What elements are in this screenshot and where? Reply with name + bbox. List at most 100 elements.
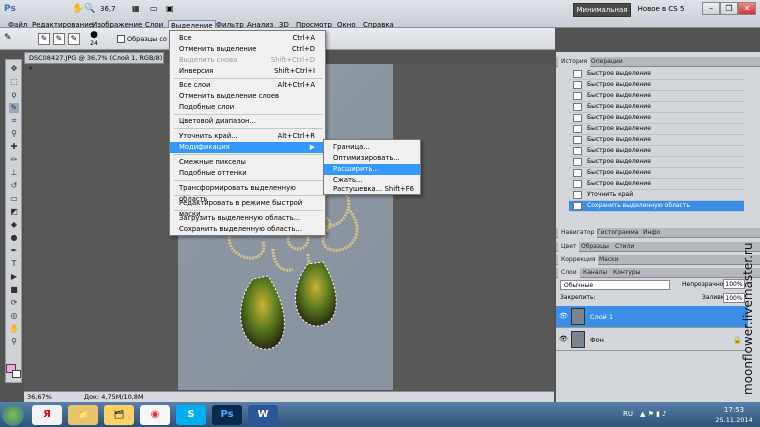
tab-channels[interactable]: Каналы [580, 268, 610, 278]
history-row[interactable]: Быстрое выделение [569, 91, 744, 102]
workspace-button[interactable]: Минимальная [573, 3, 631, 17]
hand-icon[interactable]: ✋ [72, 3, 83, 15]
crop-tool-icon[interactable]: ⌗ [9, 116, 19, 126]
tab-masks[interactable]: Маски [596, 255, 622, 265]
history-row[interactable]: Быстрое выделение [569, 113, 744, 124]
tab-adjustments[interactable]: Коррекция [558, 255, 599, 265]
tab-histogram[interactable]: Гистограмма [594, 228, 641, 238]
history-row[interactable]: Быстрое выделение [569, 102, 744, 113]
tray-icons[interactable]: ▲ ⚑ ▮ ♪ [640, 410, 700, 420]
healing-tool-icon[interactable]: ✚ [9, 142, 19, 152]
tab-history[interactable]: История [558, 57, 591, 67]
quick-selection-tool-icon[interactable]: ✎ [9, 103, 19, 113]
whats-new-button[interactable]: Новое в CS 5 [636, 3, 686, 17]
history-row[interactable]: Быстрое выделение [569, 168, 744, 179]
3d-orbit-tool-icon[interactable]: ◎ [9, 311, 19, 321]
document-tab[interactable]: DSC08427.JPG @ 36,7% (Слой 1, RGB/8) * [24, 52, 164, 73]
gradient-tool-icon[interactable]: ◩ [9, 207, 19, 217]
photoshop-taskbar-icon[interactable]: Ps [212, 405, 242, 425]
explorer-icon[interactable]: 🗂 [104, 405, 134, 425]
eye-icon[interactable]: 👁 [559, 336, 568, 343]
screen-mode-icon[interactable]: ▣ [166, 3, 180, 15]
sample-all-layers-checkbox[interactable] [117, 35, 125, 43]
skype-icon[interactable]: S [176, 405, 206, 425]
tab-color[interactable]: Цвет [558, 242, 580, 252]
menu-item-refine-edge[interactable]: Уточнить край... Alt+Ctrl+R [170, 131, 325, 142]
dodge-tool-icon[interactable]: ● [9, 233, 19, 243]
pen-tool-icon[interactable]: ✒ [9, 246, 19, 256]
menu-item-color-range[interactable]: Цветовой диапазон... [170, 116, 325, 127]
history-row[interactable]: Быстрое выделение [569, 146, 744, 157]
eye-icon[interactable]: 👁 [559, 313, 568, 320]
menu-item-inverse[interactable]: Инверсия Shift+Ctrl+I [170, 66, 325, 77]
move-tool-icon[interactable]: ✥ [9, 64, 19, 74]
close-icon[interactable]: ✕ [738, 2, 756, 15]
new-selection-icon[interactable]: ✎ [38, 33, 50, 45]
history-row[interactable]: Быстрое выделение [569, 179, 744, 190]
submenu-item-smooth[interactable]: Оптимизировать... [324, 153, 420, 164]
zoom-readout[interactable]: 36,7 [100, 3, 128, 15]
history-row[interactable]: Быстрое выделение [569, 135, 744, 146]
yandex-icon[interactable]: Я [32, 405, 62, 425]
hand-tool-icon[interactable]: ✋ [9, 324, 19, 334]
minimize-icon[interactable]: – [702, 2, 720, 15]
tab-info[interactable]: Инфо [640, 228, 663, 238]
menu-item-deselect-layers[interactable]: Отменить выделение слоев [170, 91, 325, 102]
menu-item-all-layers[interactable]: Все слои Alt+Ctrl+A [170, 80, 325, 91]
history-row-selected[interactable]: Сохранить выделенную область [569, 201, 744, 212]
tab-swatches[interactable]: Образцы [578, 242, 612, 252]
menu-item-transform-selection[interactable]: Трансформировать выделенную область [170, 183, 325, 203]
tab-navigator[interactable]: Навигатор [558, 228, 598, 238]
restore-icon[interactable]: ❐ [720, 2, 738, 15]
submenu-item-border[interactable]: Граница... [324, 142, 420, 153]
quick-select-tool-icon[interactable]: ✎ [4, 33, 16, 45]
menu-item-all[interactable]: Все Ctrl+A [170, 33, 325, 44]
language-indicator[interactable]: RU [623, 410, 633, 418]
chrome-icon[interactable]: ◉ [140, 405, 170, 425]
history-row[interactable]: Быстрое выделение [569, 80, 744, 91]
tab-actions[interactable]: Операции [588, 57, 626, 67]
word-icon[interactable]: W [248, 405, 278, 425]
add-to-selection-icon[interactable]: ✎ [53, 33, 65, 45]
menu-item-deselect[interactable]: Отменить выделение Ctrl+D [170, 44, 325, 55]
submenu-item-expand[interactable]: Расширить... [324, 164, 420, 175]
brush-tool-icon[interactable]: ✏ [9, 155, 19, 165]
menu-item-similar-layers[interactable]: Подобные слои [170, 102, 325, 113]
blend-mode-select[interactable]: Обычные [560, 280, 670, 290]
history-row[interactable]: Быстрое выделение [569, 124, 744, 135]
menu-item-similar[interactable]: Подобные оттенки [170, 168, 325, 179]
background-color-swatch[interactable] [12, 370, 21, 378]
shape-tool-icon[interactable]: ■ [9, 285, 19, 295]
zoom-icon[interactable]: 🔍 [84, 3, 95, 15]
menu-item-modify[interactable]: Модификация ▶ [170, 142, 325, 153]
clone-stamp-tool-icon[interactable]: ⊥ [9, 168, 19, 178]
eraser-tool-icon[interactable]: ▭ [9, 194, 19, 204]
layer-row[interactable]: 👁 Слой 1 [556, 306, 748, 328]
brush-size[interactable]: 24 [87, 40, 101, 48]
lasso-tool-icon[interactable]: ϙ [9, 90, 19, 100]
tab-layers[interactable]: Слои [558, 268, 580, 278]
type-tool-icon[interactable]: T [9, 259, 19, 269]
brush-preset-icon[interactable]: ● [88, 30, 100, 40]
history-row[interactable]: Быстрое выделение [569, 69, 744, 80]
menu-item-reselect[interactable]: Выделить снова Shift+Ctrl+D [170, 55, 325, 66]
arrange-icon[interactable]: ▭ [150, 3, 164, 15]
zoom-level[interactable]: 36,67% [27, 392, 52, 402]
folder-icon[interactable]: 📁 [68, 405, 98, 425]
tab-styles[interactable]: Стили [612, 242, 637, 252]
submenu-item-feather[interactable]: Растушевка... Shift+F6 [324, 184, 420, 195]
path-selection-tool-icon[interactable]: ▶ [9, 272, 19, 282]
eyedropper-tool-icon[interactable]: ⚲ [9, 129, 19, 139]
grid-icon[interactable]: ▦ [132, 3, 146, 15]
menu-item-load-selection[interactable]: Загрузить выделенную область... [170, 213, 325, 224]
history-row[interactable]: Уточнить край [569, 190, 744, 201]
marquee-tool-icon[interactable]: ⬚ [9, 77, 19, 87]
menu-item-quick-mask[interactable]: Редактировать в режиме быстрой маски [170, 198, 325, 218]
subtract-selection-icon[interactable]: ✎ [68, 33, 80, 45]
zoom-tool-icon[interactable]: ⚲ [9, 337, 19, 347]
start-button[interactable] [2, 404, 24, 426]
menu-item-grow[interactable]: Смежные пикселы [170, 157, 325, 168]
3d-rotate-tool-icon[interactable]: ⟳ [9, 298, 19, 308]
layer-row[interactable]: 👁 Фон 🔒 [556, 329, 748, 351]
tab-paths[interactable]: Контуры [610, 268, 643, 278]
